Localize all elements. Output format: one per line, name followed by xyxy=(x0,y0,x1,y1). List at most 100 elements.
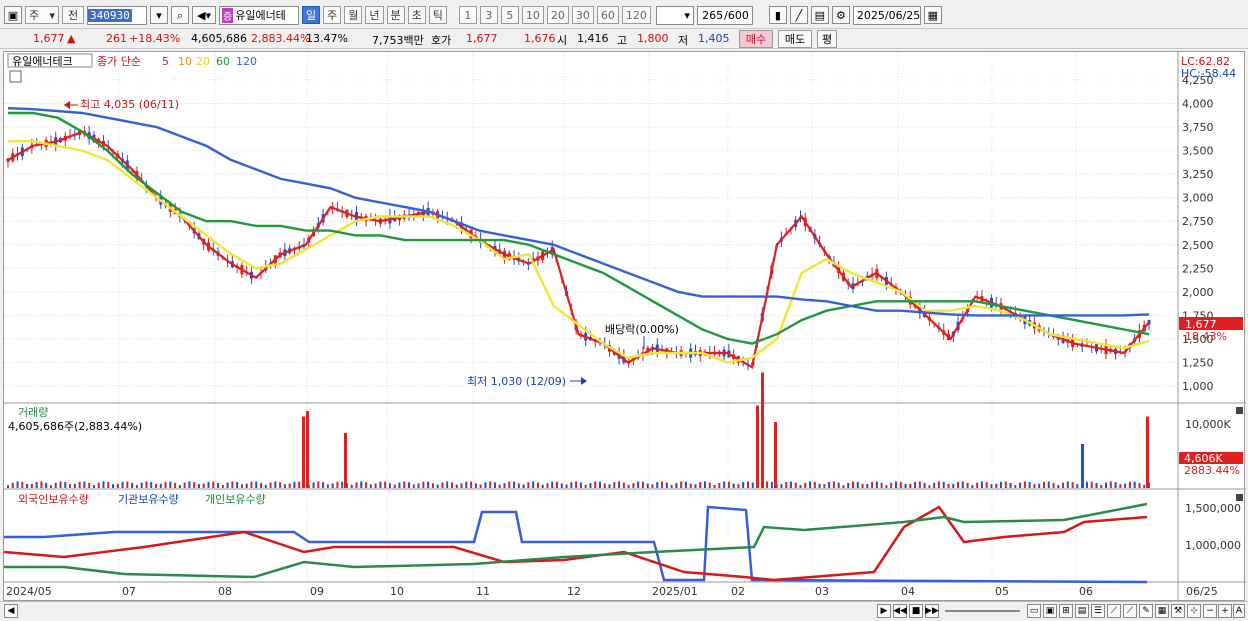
date-field[interactable]: 2025/06/25 xyxy=(852,5,921,25)
stop-icon[interactable]: ■ xyxy=(909,604,923,618)
interval-5[interactable]: 5 xyxy=(500,6,519,24)
interval-dropdown[interactable]: ▾ xyxy=(655,5,694,25)
tools-icon[interactable]: ⚒ xyxy=(1171,604,1185,618)
count-value: 265 xyxy=(702,8,724,22)
ask-price: 1,677 xyxy=(466,32,498,45)
volume-bar xyxy=(183,482,186,488)
draw-icon[interactable]: ✎ xyxy=(1139,604,1153,618)
tab-minute[interactable]: 분 xyxy=(386,6,405,24)
volume-bar xyxy=(894,481,897,488)
volume-bar xyxy=(264,484,267,488)
volume-bar xyxy=(527,482,530,488)
trend2-icon[interactable]: ⟋ xyxy=(1123,604,1137,618)
list-icon[interactable]: ☰ xyxy=(1091,604,1105,618)
stock-name-field[interactable]: 증 유일에너테 xyxy=(219,5,299,25)
volume-bar xyxy=(436,484,439,488)
avg-button[interactable]: 평 xyxy=(817,30,837,48)
volume-bar xyxy=(1028,482,1031,488)
price-axis-label: 2,250 xyxy=(1182,262,1214,275)
zoom-out-icon[interactable]: − xyxy=(1203,604,1217,618)
code-dropdown-icon[interactable]: ▾ xyxy=(150,6,168,24)
volume-bar xyxy=(603,483,606,488)
chart-area[interactable]: 유일에너테크 종가 단순 5 10 20 60 120 4,250 4,000 3,… xyxy=(2,51,1246,602)
chart-settings-icon[interactable] xyxy=(9,70,22,83)
gear-icon[interactable]: ⚙ xyxy=(831,6,850,24)
volume-bar xyxy=(732,483,735,488)
layout-icon[interactable]: ▭ xyxy=(1027,604,1041,618)
interval-10[interactable]: 10 xyxy=(521,6,544,24)
select-icon[interactable]: ▦ xyxy=(1155,604,1169,618)
volume-bar xyxy=(21,481,24,488)
volume-bar xyxy=(622,482,625,488)
save-icon[interactable]: ▤ xyxy=(810,6,829,24)
tab-day[interactable]: 일 xyxy=(302,6,321,24)
trade-amount: 7,753백만 xyxy=(372,34,424,47)
tab-year[interactable]: 년 xyxy=(365,6,384,24)
volume-bar xyxy=(713,484,716,488)
calendar-icon[interactable]: ▦ xyxy=(923,6,942,24)
volume-bar xyxy=(30,483,33,488)
foreign-holding-line xyxy=(3,505,1148,582)
interval-120[interactable]: 120 xyxy=(621,6,651,24)
trend-icon[interactable]: ⟋ xyxy=(1107,604,1121,618)
scroll-left-icon[interactable]: ◀ xyxy=(4,604,18,618)
zoom-in-icon[interactable]: + xyxy=(1218,604,1232,618)
volume-bar xyxy=(417,483,420,488)
count-field[interactable]: 265/600 xyxy=(696,5,753,25)
rewind-icon[interactable]: ◀◀ xyxy=(893,604,907,618)
grid-icon[interactable]: ▤ xyxy=(1075,604,1089,618)
speaker-icon[interactable]: ◀▾ xyxy=(192,6,216,24)
volume-rate-text: 2883.44% xyxy=(1184,464,1240,477)
volume-bar xyxy=(412,484,415,488)
volume-bar xyxy=(766,481,769,488)
tab-week[interactable]: 주 xyxy=(323,6,342,24)
window-icon[interactable]: ▣ xyxy=(4,6,22,24)
interval-1[interactable]: 1 xyxy=(458,6,477,24)
volume-bar xyxy=(102,481,105,488)
forward-icon[interactable]: ▶▶ xyxy=(925,604,939,618)
price-axis-label: 2,000 xyxy=(1182,286,1214,299)
interval-3[interactable]: 3 xyxy=(479,6,498,24)
period-select[interactable]: 주 ▾ xyxy=(25,6,59,24)
play-icon[interactable]: ▶ xyxy=(877,604,891,618)
interval-60[interactable]: 60 xyxy=(596,6,619,24)
holding-panel-close-icon[interactable] xyxy=(1236,494,1243,501)
interval-30[interactable]: 30 xyxy=(571,6,594,24)
volume-bar xyxy=(131,482,134,488)
volume-bar xyxy=(40,481,43,488)
stock-code-input[interactable]: 340930 xyxy=(87,5,147,25)
volume-title: 거래량 xyxy=(18,406,48,419)
volume-bar xyxy=(422,481,425,488)
stock-chart[interactable]: 유일에너테크 종가 단순 5 10 20 60 120 4,2504,0003,… xyxy=(2,52,1246,602)
stock-name: 유일에너테 xyxy=(235,9,286,22)
buy-button[interactable]: 매수 xyxy=(739,30,773,48)
layout2-icon[interactable]: ▣ xyxy=(1043,604,1057,618)
bottom-scrollbar[interactable]: ◀ ▶ ◀◀ ■ ▶▶ ▭ ▣ ⊞ ▤ ☰ ⟋ ⟋ ✎ ▦ ⚒ ⊹ − + A xyxy=(0,601,1248,621)
volume-bar xyxy=(842,485,845,488)
sell-button[interactable]: 매도 xyxy=(778,30,812,48)
volume-panel-close-icon[interactable] xyxy=(1236,407,1243,414)
volume-bar xyxy=(1109,481,1112,488)
x-axis-label: 02 xyxy=(731,585,745,598)
text-tool-icon[interactable]: A xyxy=(1233,604,1245,618)
price-axis-label: 2,750 xyxy=(1182,215,1214,228)
volume-bar xyxy=(513,481,516,488)
volume-bar xyxy=(704,481,707,488)
tab-tick[interactable]: 틱 xyxy=(428,6,447,24)
interval-20[interactable]: 20 xyxy=(546,6,569,24)
volume-bar xyxy=(799,485,802,488)
draw-line-icon[interactable]: ╱ xyxy=(789,6,808,24)
volume-bar xyxy=(441,482,444,488)
tab-month[interactable]: 월 xyxy=(344,6,363,24)
volume-bar xyxy=(503,483,506,488)
prev-button[interactable]: 전 xyxy=(62,6,84,24)
zoom-slider[interactable] xyxy=(945,610,1020,612)
crosshair-icon[interactable]: ⊹ xyxy=(1187,604,1201,618)
volume-spike-bar xyxy=(761,372,764,488)
layout3-icon[interactable]: ⊞ xyxy=(1059,604,1073,618)
volume-bar xyxy=(178,484,181,488)
tab-second[interactable]: 초 xyxy=(407,6,426,24)
search-icon[interactable]: ⌕ xyxy=(171,6,189,24)
candle-icon[interactable]: ▮ xyxy=(768,6,787,24)
volume-bar xyxy=(813,481,816,488)
